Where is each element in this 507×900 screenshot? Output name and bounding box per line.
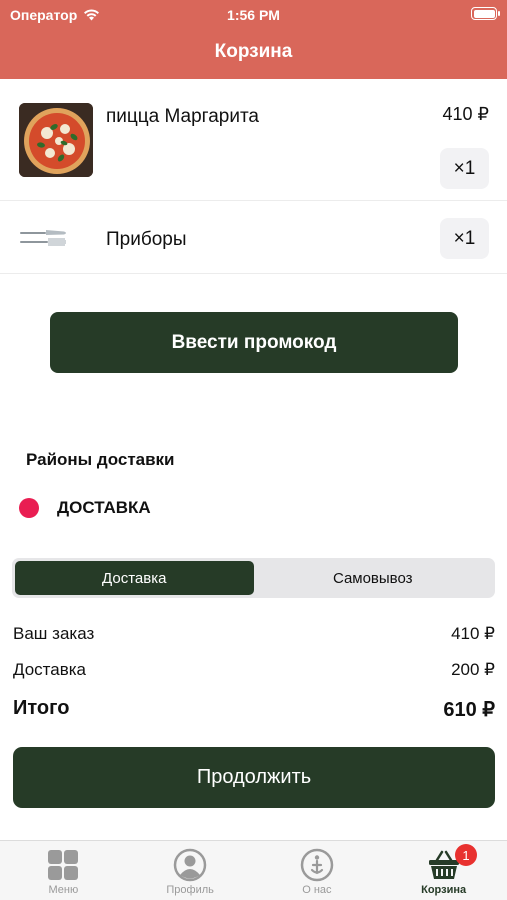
tab-label: Корзина	[421, 884, 467, 896]
item-name: Приборы	[106, 229, 187, 250]
promo-code-button[interactable]: Ввести промокод	[50, 312, 458, 373]
order-label: Ваш заказ	[13, 624, 95, 643]
profile-icon	[173, 848, 207, 882]
tab-profile[interactable]: Профиль	[127, 841, 254, 900]
cart-badge: 1	[455, 844, 477, 866]
page-title: Корзина	[214, 41, 293, 62]
item-price: 410 ₽	[442, 104, 490, 124]
total-value: 610 ₽	[443, 699, 495, 721]
total-label: Итого	[13, 697, 70, 719]
order-subtotal-row: Ваш заказ 410 ₽	[13, 624, 495, 644]
status-bar: Оператор 1:56 PM	[0, 0, 507, 30]
quantity-selector[interactable]: ×1	[440, 218, 489, 259]
delivery-option[interactable]: Доставка	[15, 561, 254, 595]
delivery-cost-row: Доставка 200 ₽	[13, 660, 495, 680]
cutlery-icon	[20, 230, 66, 246]
quantity-selector[interactable]: ×1	[440, 148, 489, 189]
delivery-label: Доставка	[13, 660, 87, 679]
tab-label: Профиль	[166, 884, 214, 896]
delivery-zones-title: Районы доставки	[26, 450, 175, 469]
delivery-zone-item[interactable]: ДОСТАВКА	[19, 498, 151, 518]
delivery-mode-toggle: Доставка Самовывоз	[12, 558, 495, 598]
info-icon	[300, 848, 334, 882]
item-name: пицца Маргарита	[106, 106, 260, 127]
tab-cart[interactable]: Корзина	[380, 841, 507, 900]
tab-label: О нас	[302, 884, 332, 896]
tab-menu[interactable]: Меню	[0, 841, 127, 900]
order-value: 410 ₽	[451, 624, 495, 643]
pizza-image	[19, 103, 93, 177]
cart-item-cutlery[interactable]: Приборы ×1	[0, 201, 507, 274]
cart-item-pizza[interactable]: пицца Маргарита 410 ₽ ×1	[0, 79, 507, 201]
total-row: Итого 610 ₽	[13, 697, 495, 722]
tab-label: Меню	[48, 884, 79, 896]
top-bar: Оператор 1:56 PM Корзина	[0, 0, 507, 79]
delivery-value: 200 ₽	[451, 660, 495, 679]
continue-button[interactable]: Продолжить	[13, 747, 495, 808]
battery-icon	[471, 7, 500, 20]
tab-bar: Меню Профиль О нас Корзина	[0, 840, 507, 900]
zone-color-dot	[19, 498, 39, 518]
zone-label: ДОСТАВКА	[57, 498, 151, 517]
status-time: 1:56 PM	[227, 7, 280, 23]
tab-about[interactable]: О нас	[254, 841, 381, 900]
pickup-option[interactable]: Самовывоз	[254, 561, 493, 595]
grid-icon	[48, 850, 79, 880]
